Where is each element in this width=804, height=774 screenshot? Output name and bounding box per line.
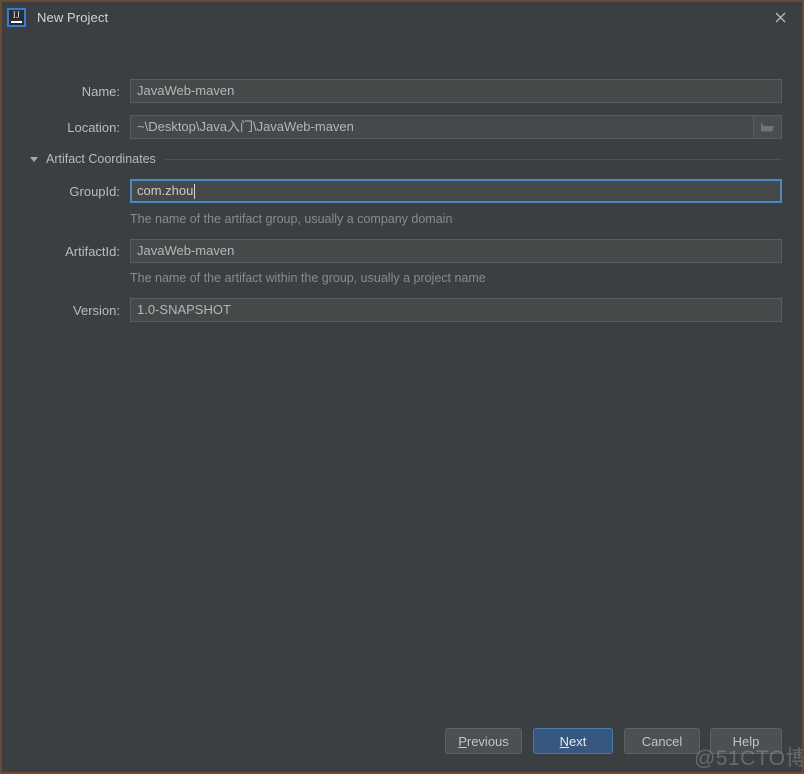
close-icon [774,11,787,24]
group-id-value: com.zhou [137,180,193,202]
group-id-input[interactable]: com.zhou [130,179,782,203]
version-row: Version: 1.0-SNAPSHOT [26,298,782,322]
logo-text: IJ [9,10,24,20]
next-label: ext [569,734,586,749]
artifact-id-input[interactable]: JavaWeb-maven [130,239,782,263]
help-button[interactable]: Help [710,728,782,754]
location-browse-button[interactable] [754,115,782,139]
chevron-down-icon[interactable] [30,157,38,162]
version-label: Version: [26,303,120,318]
version-input[interactable]: 1.0-SNAPSHOT [130,298,782,322]
intellij-logo-icon: IJ [7,8,26,27]
artifact-id-hint: The name of the artifact within the grou… [130,271,486,285]
location-row: Location: ~\Desktop\Java入门\JavaWeb-maven [26,115,782,139]
group-id-hint: The name of the artifact group, usually … [130,212,452,226]
artifact-id-label: ArtifactId: [26,244,120,259]
close-button[interactable] [758,2,802,32]
logo-underline [11,21,22,23]
text-cursor [194,184,195,199]
section-title: Artifact Coordinates [46,152,156,166]
folder-icon [760,121,775,133]
new-project-dialog: IJ New Project Name: JavaWeb-maven Locat… [0,0,804,774]
dialog-footer: Previous Next Cancel Help [2,716,802,772]
location-input[interactable]: ~\Desktop\Java入门\JavaWeb-maven [130,115,754,139]
group-id-label: GroupId: [26,184,120,199]
location-label: Location: [26,120,120,135]
artifact-id-row: ArtifactId: JavaWeb-maven [26,239,782,263]
next-mnemonic: N [560,734,569,749]
name-input[interactable]: JavaWeb-maven [130,79,782,103]
previous-button[interactable]: Previous [445,728,522,754]
name-label: Name: [26,84,120,99]
cancel-button[interactable]: Cancel [624,728,700,754]
group-id-row: GroupId: com.zhou [26,179,782,203]
section-divider [165,159,782,160]
name-row: Name: JavaWeb-maven [26,79,782,103]
previous-label: revious [467,734,509,749]
next-button[interactable]: Next [533,728,613,754]
artifact-coordinates-section-header[interactable]: Artifact Coordinates [30,152,782,166]
previous-mnemonic: P [458,734,467,749]
dialog-title: New Project [37,10,108,25]
title-bar: IJ New Project [2,2,802,32]
